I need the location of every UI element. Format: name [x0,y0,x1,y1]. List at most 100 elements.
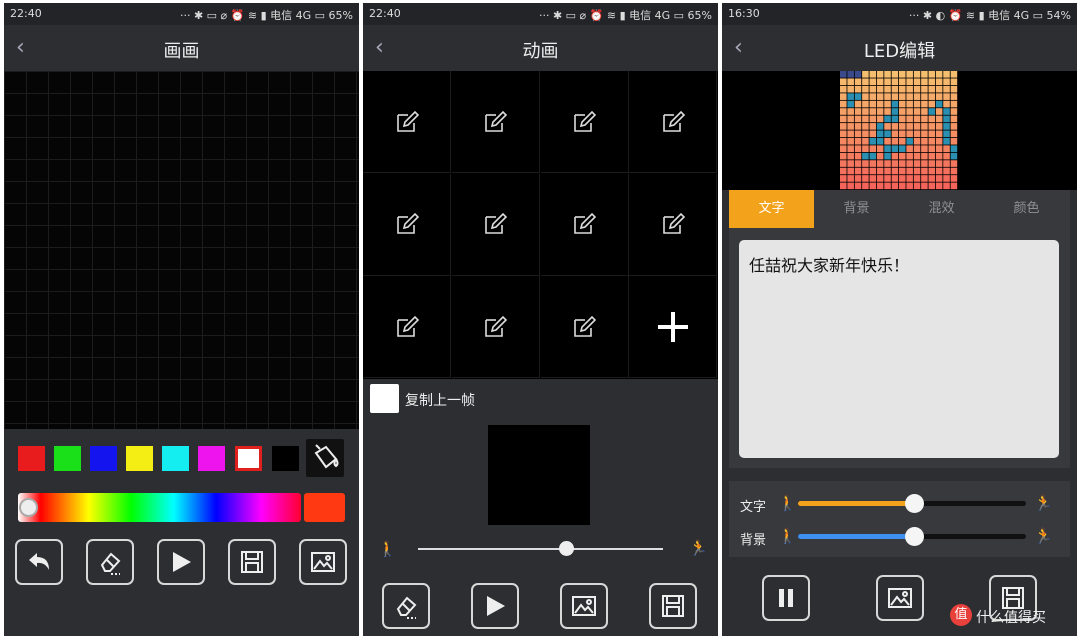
frame-edit-icon[interactable] [451,173,540,276]
led-pixel [906,160,913,167]
color-swatch-white[interactable] [235,446,262,471]
frame-edit-icon[interactable] [540,71,629,173]
led-pixel [862,108,869,115]
image-icon [572,596,596,616]
play-icon [487,596,505,616]
undo-button[interactable] [15,539,63,585]
frame-edit-icon[interactable] [451,71,540,173]
led-pixel [840,71,847,78]
save-button[interactable] [228,539,276,585]
led-pixel [950,93,958,100]
led-pixel [906,123,913,130]
eraser-button[interactable] [86,539,134,585]
text-speed-fill [798,501,916,506]
pixel-canvas[interactable] [4,71,359,429]
paint-bucket-icon[interactable] [306,439,344,477]
led-pixel [906,145,913,153]
led-pixel [950,160,958,167]
frame-edit-icon[interactable] [629,71,718,173]
led-pixel [854,100,862,108]
color-swatch-yellow[interactable] [126,446,153,471]
led-pixel [935,123,943,130]
led-pixel [950,123,958,130]
color-swatch-cyan[interactable] [162,446,189,471]
led-pixel [840,152,847,160]
led-pixel [913,108,921,115]
led-pixel [840,160,847,167]
led-pixel [854,137,862,145]
led-pixel [899,137,906,145]
frame-grid [363,71,718,379]
pause-icon [779,589,793,607]
frame-edit-icon[interactable] [363,276,451,379]
led-pixel [935,115,943,123]
hue-slider-knob[interactable] [19,498,38,517]
copy-prev-checkbox[interactable] [370,384,399,413]
led-pixel [847,93,854,100]
led-pixel [913,167,921,175]
frame-edit-icon[interactable] [363,173,451,276]
led-pixel [928,130,936,138]
led-pixel [891,108,899,115]
status-time: 16:30 [728,7,760,20]
led-pixel [854,167,862,175]
speed-slider[interactable] [418,548,663,550]
led-pixel [921,71,928,78]
image-button[interactable] [299,539,347,585]
led-pixel [891,167,899,175]
tab-text[interactable]: 文字 [729,190,814,228]
led-pixel [950,137,958,145]
image-icon [888,588,912,608]
tab-background[interactable]: 背景 [814,190,899,228]
frame-edit-icon[interactable] [540,173,629,276]
play-button[interactable] [471,583,519,629]
background-speed-knob[interactable] [905,527,924,546]
led-pixel [862,145,869,153]
frame-edit-icon[interactable] [540,276,629,379]
led-pixel [876,108,884,115]
led-pixel [943,115,950,123]
image-button[interactable] [876,575,924,621]
tab-color[interactable]: 颜色 [984,190,1069,228]
color-swatch-black[interactable] [272,446,299,471]
speed-slider-knob[interactable] [559,541,574,556]
frame-edit-icon[interactable] [629,173,718,276]
led-pixel [869,182,877,190]
page-title: 画画 [163,41,200,62]
image-button[interactable] [560,583,608,629]
led-pixel [950,115,958,123]
led-pixel [921,175,928,182]
led-pixel [847,108,854,115]
led-pixel [950,167,958,175]
color-swatch-blue[interactable] [90,446,117,471]
led-pixel [913,78,921,86]
led-text-input[interactable]: 任喆祝大家新年快乐！ [739,240,1059,458]
led-pixel [928,145,936,153]
led-pixel [891,93,899,100]
hue-slider[interactable] [18,493,301,522]
play-button[interactable] [157,539,205,585]
color-swatch-red[interactable] [18,446,45,471]
led-pixel [840,182,847,190]
frame-edit-icon[interactable] [451,276,540,379]
slow-person-icon: 🚶 [778,494,797,512]
save-button[interactable] [649,583,697,629]
led-pixel [935,175,943,182]
text-speed-knob[interactable] [905,494,924,513]
page-title: 动画 [522,41,559,62]
led-pixel [891,78,899,86]
led-pixel [876,100,884,108]
led-pixel [928,152,936,160]
led-pixel [876,93,884,100]
frame-edit-icon[interactable] [363,71,451,173]
led-pixel [921,160,928,167]
eraser-button[interactable] [382,583,430,629]
pause-button[interactable] [762,575,810,621]
plus-icon[interactable] [629,276,718,379]
led-pixel [854,145,862,153]
led-pixel [943,100,950,108]
color-swatch-magenta[interactable] [198,446,225,471]
color-swatch-green[interactable] [54,446,81,471]
tab-mix-effect[interactable]: 混效 [899,190,984,228]
led-pixel [899,108,906,115]
